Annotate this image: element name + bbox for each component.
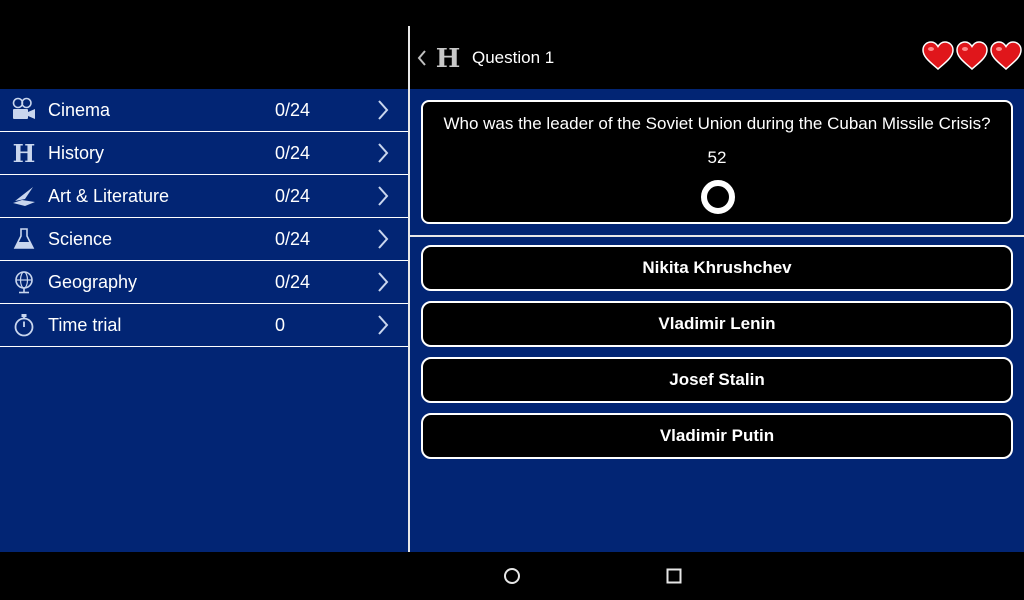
heart-icon: [990, 40, 1022, 72]
category-label: History: [48, 143, 105, 163]
home-circle-icon[interactable]: [503, 567, 521, 585]
category-row-science[interactable]: Science 0/24: [0, 218, 408, 261]
category-label: Time trial: [48, 315, 122, 335]
category-row-art-literature[interactable]: Art & Literature 0/24: [0, 175, 408, 218]
answer-button[interactable]: Vladimir Lenin: [421, 301, 1013, 347]
timer-value: 52: [707, 148, 727, 167]
chevron-right-icon: [376, 99, 390, 121]
question-header: H Question 1: [410, 26, 1024, 89]
question-box: Who was the leader of the Soviet Union d…: [421, 100, 1013, 224]
category-row-geography[interactable]: Geography 0/24: [0, 261, 408, 304]
category-label: Cinema: [48, 100, 111, 120]
svg-text:H: H: [436, 44, 461, 71]
category-label: Geography: [48, 272, 138, 292]
category-score: 0/24: [275, 100, 311, 120]
heart-icon: [956, 40, 988, 72]
chevron-right-icon: [376, 142, 390, 164]
history-h-icon: H: [435, 43, 461, 74]
stopwatch-icon: [11, 312, 37, 338]
category-pane: Cinema 0/24 H History 0/24 Art & Literat…: [0, 0, 408, 552]
left-header-blank: [0, 0, 408, 89]
globe-icon: [11, 269, 37, 295]
category-score: 0/24: [275, 229, 311, 249]
flask-icon: [11, 226, 37, 252]
answer-button[interactable]: Josef Stalin: [421, 357, 1013, 403]
answer-button[interactable]: Vladimir Putin: [421, 413, 1013, 459]
category-row-cinema[interactable]: Cinema 0/24: [0, 89, 408, 132]
question-text: Who was the leader of the Soviet Union d…: [443, 114, 991, 133]
category-label: Art & Literature: [48, 186, 170, 206]
recent-apps-square-icon[interactable]: [666, 568, 682, 584]
category-list: Cinema 0/24 H History 0/24 Art & Literat…: [0, 89, 408, 552]
category-row-time-trial[interactable]: Time trial 0: [0, 304, 408, 347]
category-score: 0/24: [275, 186, 311, 206]
chevron-right-icon: [376, 271, 390, 293]
lives-indicator: [922, 40, 1022, 72]
question-pane: H Question 1 Who was the leader of the S…: [410, 0, 1024, 552]
chevron-right-icon: [376, 314, 390, 336]
category-label: Science: [48, 229, 113, 249]
chevron-right-icon: [376, 185, 390, 207]
category-row-history[interactable]: H History 0/24: [0, 132, 408, 175]
chevron-right-icon: [376, 228, 390, 250]
category-score: 0/24: [275, 272, 311, 292]
section-divider: [410, 235, 1024, 237]
page-title: Question 1: [472, 48, 555, 67]
category-score: 0: [275, 315, 286, 335]
svg-text:H: H: [13, 140, 36, 166]
heart-icon: [922, 40, 954, 72]
answer-button[interactable]: Nikita Khrushchev: [421, 245, 1013, 291]
history-h-icon: H: [11, 140, 37, 166]
quill-book-icon: [11, 183, 37, 209]
category-score: 0/24: [275, 143, 311, 163]
back-chevron-icon[interactable]: [416, 47, 428, 69]
question-content: Who was the leader of the Soviet Union d…: [410, 89, 1024, 552]
loading-ring-icon: [699, 178, 737, 216]
film-camera-icon: [11, 97, 37, 123]
